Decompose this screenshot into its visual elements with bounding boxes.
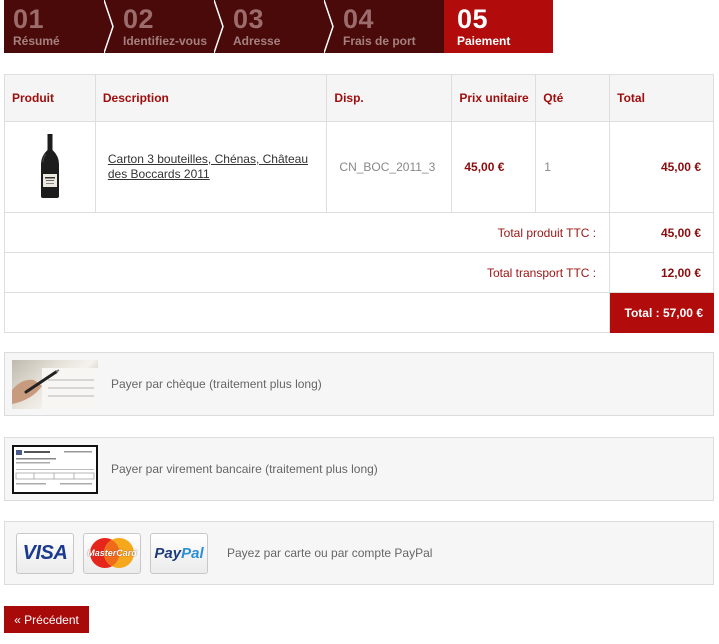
step-paiement: 05 Paiement xyxy=(444,0,553,53)
step-label: Résumé xyxy=(13,34,60,48)
step-number: 04 xyxy=(343,4,375,34)
paypal-pay-text: Pay xyxy=(154,544,182,562)
step-number: 02 xyxy=(123,4,155,34)
pay-virement-label: Payer par virement bancaire (traitement … xyxy=(111,462,378,476)
pen-cheque-icon xyxy=(12,367,98,409)
product-disp: CN_BOC_2011_3 xyxy=(326,121,453,213)
visa-logo-icon: VISA xyxy=(16,532,74,574)
pay-cheque-option[interactable]: Payer par chèque (traitement plus long) xyxy=(4,352,714,416)
step-label: Adresse xyxy=(233,34,281,48)
header-product: Produit xyxy=(4,74,96,122)
pay-virement-option[interactable]: Payer par virement bancaire (traitement … xyxy=(4,437,714,501)
product-image-cell xyxy=(4,121,96,213)
checkout-steps: 01 Résumé 02 Identifiez-vous 03 Adresse … xyxy=(4,0,553,53)
header-total: Total xyxy=(609,74,714,122)
step-number: 03 xyxy=(233,4,265,34)
product-link[interactable]: Carton 3 bouteilles, Chénas, Château des… xyxy=(108,152,308,181)
product-total: 45,00 € xyxy=(609,121,714,213)
shipping-row: Total transport TTC : 12,00 € xyxy=(3,252,714,293)
previous-button[interactable]: « Précédent xyxy=(4,606,89,633)
grand-total-spacer xyxy=(3,292,611,333)
pay-card-label: Payez par carte ou par compte PayPal xyxy=(227,546,433,560)
step-number: 01 xyxy=(13,4,45,34)
visa-text: VISA xyxy=(22,541,68,564)
cart-header-row: Produit Description Disp. Prix unitaire … xyxy=(4,74,714,122)
header-description: Description xyxy=(94,74,328,122)
shipping-label: Total transport TTC : xyxy=(3,252,611,293)
step-label: Paiement xyxy=(457,34,511,48)
paypal-logo-icon: Pay Pal xyxy=(150,532,208,574)
header-qty: Qté xyxy=(535,74,611,122)
step-identification[interactable]: 02 Identifiez-vous xyxy=(114,0,224,53)
step-separator-icon xyxy=(214,0,224,53)
mastercard-logo-icon: MasterCard xyxy=(83,532,141,574)
subtotal-row: Total produit TTC : 45,00 € xyxy=(3,212,714,253)
card-logos: VISA MasterCard Pay Pal xyxy=(16,532,217,574)
step-separator-icon xyxy=(104,0,114,53)
bank-transfer-image xyxy=(12,444,98,494)
mastercard-text: MasterCard xyxy=(87,548,137,558)
header-unit-price: Prix unitaire xyxy=(451,74,537,122)
pay-card-option[interactable]: VISA MasterCard Pay Pal Payez par carte o… xyxy=(4,521,714,585)
shipping-value: 12,00 € xyxy=(609,252,714,293)
step-label: Frais de port xyxy=(343,34,416,48)
subtotal-label: Total produit TTC : xyxy=(3,212,611,253)
paypal-pal-text: Pal xyxy=(181,544,204,562)
product-unit-price: 45,00 € xyxy=(451,121,537,213)
pay-cheque-label: Payer par chèque (traitement plus long) xyxy=(111,377,322,391)
step-adresse[interactable]: 03 Adresse xyxy=(224,0,334,53)
cheque-image xyxy=(12,359,98,409)
subtotal-value: 45,00 € xyxy=(609,212,714,253)
product-description-cell: Carton 3 bouteilles, Chénas, Château des… xyxy=(94,121,328,213)
step-resume[interactable]: 01 Résumé xyxy=(4,0,114,53)
grand-total: Total : 57,00 € xyxy=(609,292,714,333)
step-frais-de-port[interactable]: 04 Frais de port xyxy=(334,0,444,53)
wine-bottle-icon[interactable] xyxy=(40,133,60,198)
step-number: 05 xyxy=(457,4,489,34)
step-separator-icon xyxy=(324,0,334,53)
cart-table: Produit Description Disp. Prix unitaire … xyxy=(3,74,714,333)
step-label: Identifiez-vous xyxy=(123,34,208,48)
product-qty: 1 xyxy=(535,121,611,213)
grand-total-row: Total : 57,00 € xyxy=(3,292,714,333)
table-row: Carton 3 bouteilles, Chénas, Château des… xyxy=(4,121,714,213)
header-disp: Disp. xyxy=(326,74,453,122)
bank-form-icon xyxy=(15,449,95,484)
